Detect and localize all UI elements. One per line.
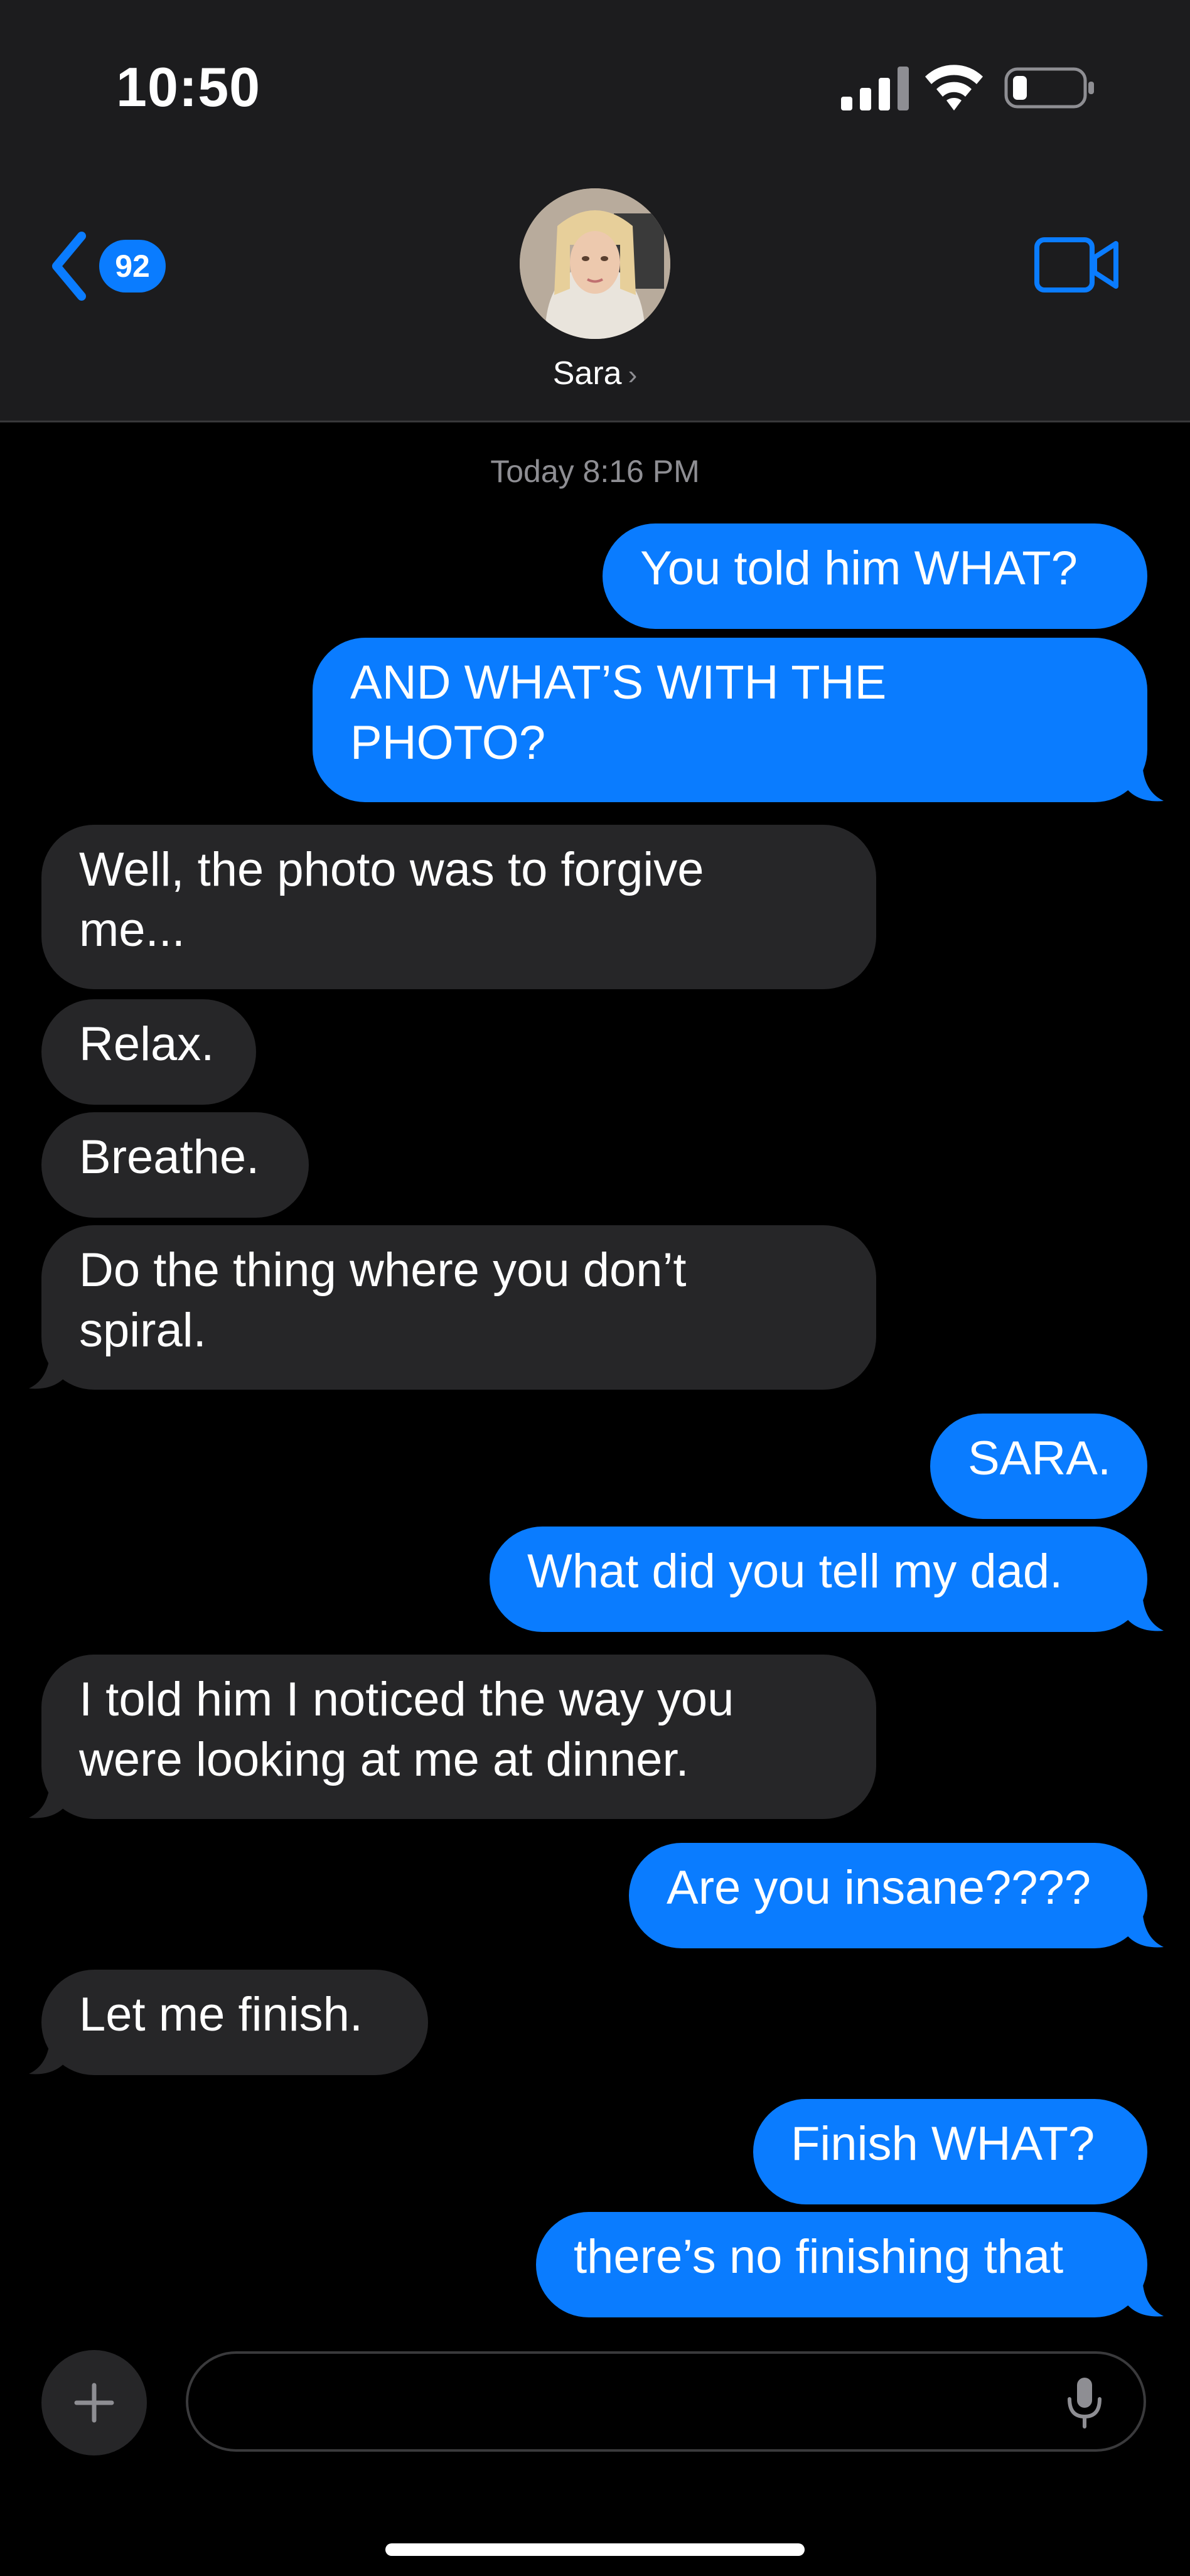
message-text: I told him I noticed the way you bbox=[79, 1673, 734, 1726]
message-text: Relax. bbox=[79, 1017, 215, 1071]
chevron-right-icon: › bbox=[628, 360, 638, 390]
message-text: Let me finish. bbox=[79, 1988, 363, 2041]
message-text: Breathe. bbox=[79, 1130, 260, 1184]
home-indicator[interactable] bbox=[385, 2543, 805, 2556]
plus-icon bbox=[74, 2383, 114, 2423]
apps-plus-button[interactable] bbox=[41, 2350, 147, 2455]
message-text: AND WHAT’S WITH THE bbox=[350, 656, 887, 709]
message-text: Do the thing where you don’t bbox=[79, 1243, 687, 1297]
battery-icon bbox=[1004, 67, 1094, 109]
bubble-tail bbox=[29, 2032, 69, 2074]
conversation-header: 92 Sara › bbox=[0, 163, 1190, 422]
received-message[interactable]: Breathe. bbox=[41, 1112, 309, 1218]
bubble-tail bbox=[29, 1347, 69, 1389]
message-text: were looking at me at dinner. bbox=[79, 1733, 689, 1786]
unread-count-badge[interactable]: 92 bbox=[99, 240, 166, 292]
sent-message[interactable]: Are you insane???? bbox=[629, 1843, 1147, 1948]
status-bar: 10:50 bbox=[0, 0, 1190, 163]
status-time: 10:50 bbox=[116, 56, 261, 118]
message-input[interactable] bbox=[186, 2351, 1146, 2452]
facetime-video-icon[interactable] bbox=[1034, 233, 1120, 296]
contact-name[interactable]: Sara › bbox=[0, 355, 1190, 392]
sent-message[interactable]: AND WHAT’S WITH THE PHOTO? bbox=[313, 638, 1147, 802]
message-text: Well, the photo was to forgive bbox=[79, 843, 704, 896]
sent-message[interactable]: You told him WHAT? bbox=[603, 523, 1147, 629]
received-message[interactable]: Do the thing where you don’t spiral. bbox=[41, 1225, 876, 1390]
sent-message[interactable]: there’s no finishing that bbox=[536, 2212, 1147, 2317]
wifi-icon bbox=[925, 65, 983, 110]
sent-message[interactable]: SARA. bbox=[930, 1414, 1147, 1519]
back-chevron-icon[interactable] bbox=[50, 231, 88, 301]
received-message[interactable]: Relax. bbox=[41, 999, 256, 1105]
sent-message[interactable]: Finish WHAT? bbox=[753, 2099, 1147, 2204]
received-message[interactable]: Let me finish. bbox=[41, 1970, 428, 2075]
message-text: Are you insane???? bbox=[667, 1861, 1091, 1914]
received-message[interactable]: I told him I noticed the way you were lo… bbox=[41, 1655, 876, 1819]
message-text: What did you tell my dad. bbox=[527, 1545, 1063, 1598]
contact-name-label: Sara bbox=[552, 355, 622, 392]
bubble-tail bbox=[1123, 759, 1164, 802]
cellular-signal-icon bbox=[841, 67, 909, 110]
message-text: SARA. bbox=[968, 1432, 1112, 1485]
message-text: there’s no finishing that bbox=[574, 2230, 1064, 2284]
bubble-tail bbox=[1123, 2275, 1164, 2317]
bubble-tail bbox=[29, 1776, 69, 1818]
contact-avatar[interactable] bbox=[520, 188, 670, 339]
bubble-tail bbox=[1123, 1589, 1164, 1631]
message-text: me... bbox=[79, 903, 185, 957]
message-text: spiral. bbox=[79, 1304, 206, 1357]
message-text: PHOTO? bbox=[350, 716, 546, 770]
message-text: Finish WHAT? bbox=[791, 2117, 1095, 2171]
bubble-tail bbox=[1123, 1906, 1164, 1948]
message-text: You told him WHAT? bbox=[640, 542, 1078, 595]
received-message[interactable]: Well, the photo was to forgive me... bbox=[41, 825, 876, 989]
microphone-icon[interactable] bbox=[1066, 2376, 1103, 2429]
conversation-timestamp: Today 8:16 PM bbox=[490, 454, 700, 489]
sent-message[interactable]: What did you tell my dad. bbox=[490, 1527, 1147, 1632]
